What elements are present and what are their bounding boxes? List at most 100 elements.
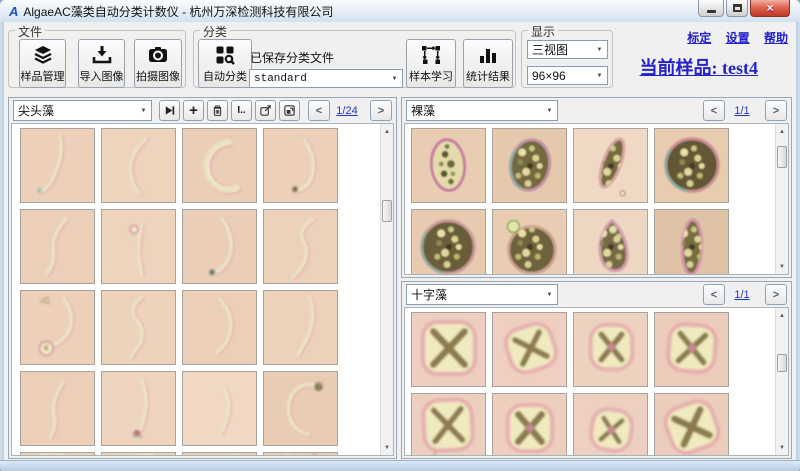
thumb-size-select[interactable]: 96×96 ▼: [527, 66, 608, 85]
scroll-thumb[interactable]: [777, 146, 787, 168]
minimize-button[interactable]: [698, 0, 724, 17]
stats-button[interactable]: 统计结果: [463, 39, 513, 88]
algae-thumbnail[interactable]: [492, 312, 567, 387]
scrollbar[interactable]: ▲ ▼: [775, 308, 788, 455]
algae-thumbnail[interactable]: [182, 128, 257, 203]
rename-button[interactable]: I..: [231, 100, 252, 121]
bar-chart-icon: [477, 44, 499, 66]
algae-thumbnail[interactable]: [654, 393, 729, 456]
algae-thumbnail[interactable]: [182, 209, 257, 284]
prev-page-button[interactable]: <: [308, 100, 330, 121]
algae-thumbnail[interactable]: [263, 452, 338, 456]
right-top-category-select[interactable]: 裸藻 ▼: [406, 100, 558, 121]
classify-page-button[interactable]: [159, 100, 180, 121]
sample-manage-button[interactable]: 样品管理: [19, 39, 66, 88]
next-page-button[interactable]: >: [370, 100, 392, 121]
algae-thumbnail[interactable]: [411, 393, 486, 456]
prev-page-button[interactable]: <: [703, 284, 725, 305]
import-images-label: 导入图像: [80, 68, 124, 84]
algae-thumbnail[interactable]: [182, 371, 257, 446]
algae-thumbnail[interactable]: [101, 128, 176, 203]
page-indicator[interactable]: 1/24: [330, 105, 364, 117]
capture-images-button[interactable]: 拍摄图像: [134, 39, 182, 88]
view-mode-select[interactable]: 三视图 ▼: [527, 40, 608, 59]
calibrate-link[interactable]: 标定: [687, 31, 711, 45]
algae-thumbnail[interactable]: [492, 128, 567, 203]
algae-thumbnail[interactable]: [101, 452, 176, 456]
scroll-down-button[interactable]: ▼: [776, 260, 788, 273]
algae-thumbnail[interactable]: [492, 209, 567, 275]
maximize-button[interactable]: [726, 0, 748, 17]
next-page-button[interactable]: >: [765, 284, 787, 305]
scroll-thumb[interactable]: [382, 200, 392, 222]
import-images-button[interactable]: 导入图像: [78, 39, 125, 88]
algae-thumbnail[interactable]: [573, 209, 648, 275]
scroll-down-button[interactable]: ▼: [776, 441, 788, 454]
algae-thumbnail[interactable]: [263, 128, 338, 203]
algae-thumbnail[interactable]: [182, 290, 257, 365]
chevron-right-icon: >: [773, 105, 779, 117]
algae-thumbnail[interactable]: [411, 312, 486, 387]
page-indicator[interactable]: 1/1: [725, 289, 759, 301]
trash-icon: [211, 104, 224, 117]
right-bottom-category-value: 十字藻: [407, 286, 542, 303]
file-group-label: 文件: [15, 23, 45, 40]
scroll-up-button[interactable]: ▲: [776, 309, 788, 322]
algae-thumbnail[interactable]: [20, 452, 95, 456]
algae-thumbnail[interactable]: [263, 371, 338, 446]
algae-thumbnail[interactable]: [263, 209, 338, 284]
chevron-down-icon: ▼: [542, 108, 557, 114]
algae-thumbnail[interactable]: [573, 312, 648, 387]
scroll-up-button[interactable]: ▲: [776, 125, 788, 138]
export-button[interactable]: [255, 100, 276, 121]
algae-thumbnail[interactable]: [182, 452, 257, 456]
saved-files-select[interactable]: standard ▼: [249, 69, 403, 88]
scrollbar[interactable]: ▲ ▼: [775, 124, 788, 274]
current-sample-link[interactable]: 当前样品: test4: [640, 54, 758, 80]
algae-thumbnail[interactable]: [492, 393, 567, 456]
algae-thumbnail[interactable]: [654, 209, 729, 275]
algae-thumbnail[interactable]: [263, 290, 338, 365]
algae-thumbnail[interactable]: [101, 209, 176, 284]
algae-thumbnail[interactable]: [101, 290, 176, 365]
algae-thumbnail[interactable]: [654, 312, 729, 387]
settings-link[interactable]: 设置: [726, 31, 750, 45]
algae-thumbnail[interactable]: [101, 371, 176, 446]
panel-right-top-body: ▲ ▼: [404, 123, 789, 275]
algae-thumbnail[interactable]: [411, 128, 486, 203]
left-category-select[interactable]: 尖头藻 ▼: [13, 100, 152, 121]
panel-left-body: ▲ ▼: [11, 123, 394, 456]
titlebar[interactable]: A AlgaeAC藻类自动分类计数仪 - 杭州万深检测科技有限公司 ×: [0, 0, 800, 22]
scroll-down-button[interactable]: ▼: [381, 441, 393, 454]
algae-thumbnail[interactable]: [573, 128, 648, 203]
prev-page-button[interactable]: <: [703, 100, 725, 121]
algae-thumbnail[interactable]: [20, 290, 95, 365]
auto-classify-icon: [214, 44, 236, 66]
panel-right-top-category: 裸藻 ▼ < 1/1 > ▲ ▼: [401, 97, 792, 278]
scrollbar[interactable]: ▲ ▼: [380, 124, 393, 455]
right-bottom-category-select[interactable]: 十字藻 ▼: [406, 284, 558, 305]
move-to-category-button[interactable]: [279, 100, 300, 121]
play-to-end-icon: [163, 104, 176, 117]
chevron-down-icon: ▼: [387, 76, 402, 82]
close-button[interactable]: ×: [750, 0, 790, 17]
add-category-button[interactable]: +: [183, 100, 204, 121]
page-indicator[interactable]: 1/1: [725, 105, 759, 117]
scroll-thumb[interactable]: [777, 354, 787, 372]
algae-thumbnail[interactable]: [573, 393, 648, 456]
auto-classify-button[interactable]: 自动分类: [198, 39, 252, 88]
algae-thumbnail[interactable]: [411, 209, 486, 275]
chevron-down-icon: ▼: [592, 73, 607, 79]
help-link[interactable]: 帮助: [764, 31, 788, 45]
algae-thumbnail[interactable]: [20, 371, 95, 446]
sample-learn-button[interactable]: 样本学习: [406, 39, 456, 88]
next-page-button[interactable]: >: [765, 100, 787, 121]
top-links: 标定 设置 帮助: [676, 29, 788, 46]
delete-button[interactable]: [207, 100, 228, 121]
export-icon: [259, 104, 272, 117]
panel-right-bottom-category: 十字藻 ▼ < 1/1 > ▲ ▼: [401, 281, 792, 459]
algae-thumbnail[interactable]: [654, 128, 729, 203]
scroll-up-button[interactable]: ▲: [381, 125, 393, 138]
algae-thumbnail[interactable]: [20, 128, 95, 203]
algae-thumbnail[interactable]: [20, 209, 95, 284]
